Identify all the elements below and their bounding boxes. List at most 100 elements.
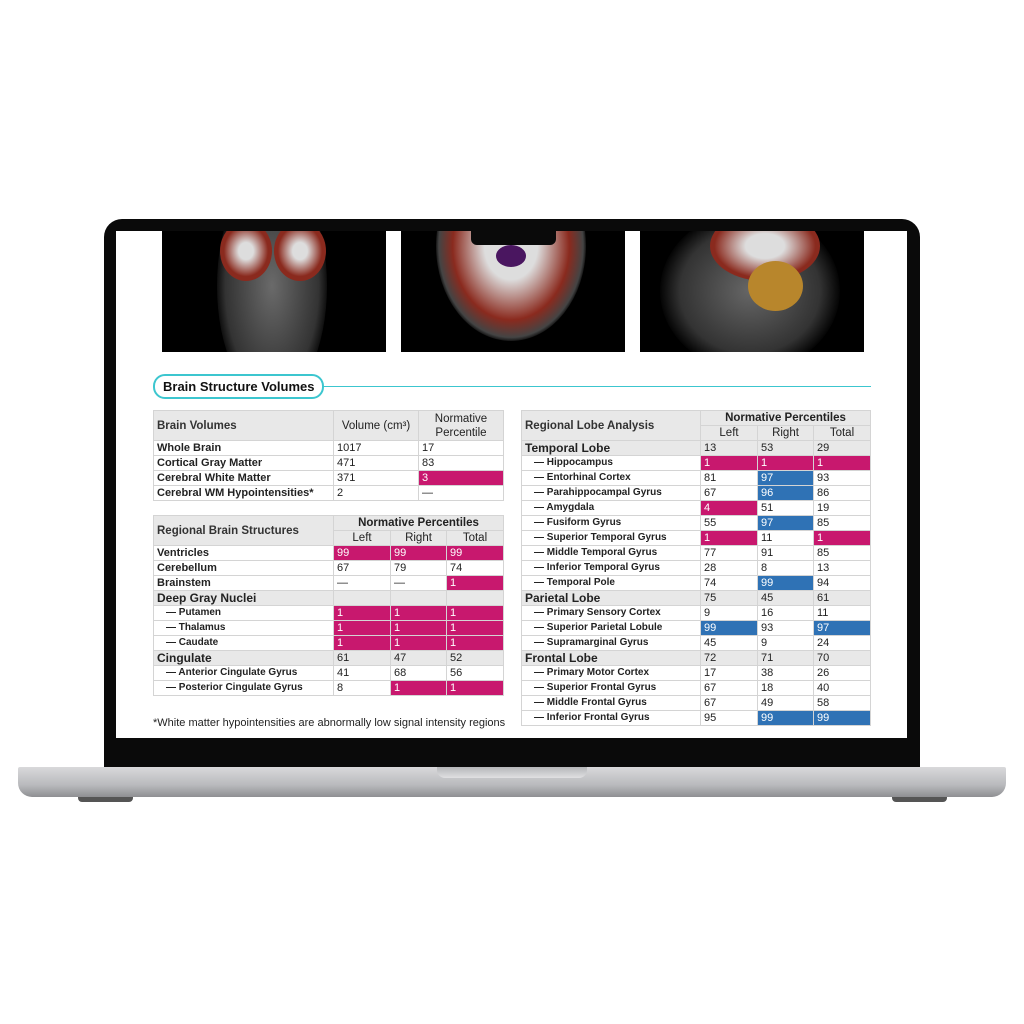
value-cell: 56 bbox=[446, 665, 504, 681]
value-cell: 371 bbox=[333, 470, 419, 486]
value-cell: 13 bbox=[813, 560, 871, 576]
value-cell: 1 bbox=[390, 620, 447, 636]
table-row: — Thalamus 1 1 1 bbox=[153, 620, 504, 636]
value-cell: 53 bbox=[757, 440, 814, 456]
table-row: — Caudate 1 1 1 bbox=[153, 635, 504, 651]
value-cell: 1 bbox=[813, 455, 871, 471]
row-label: Frontal Lobe bbox=[521, 650, 701, 666]
value-cell: 85 bbox=[813, 515, 871, 531]
row-label: — Middle Frontal Gyrus bbox=[521, 695, 701, 711]
table-row: — Hippocampus 1 1 1 bbox=[521, 455, 871, 471]
value-cell: 11 bbox=[813, 605, 871, 621]
camera-notch bbox=[471, 231, 556, 245]
value-cell: 24 bbox=[813, 635, 871, 651]
table-row: Cingulate 61 47 52 bbox=[153, 650, 504, 666]
header-lobe-analysis: Regional Lobe Analysis bbox=[521, 410, 701, 441]
value-cell bbox=[333, 590, 391, 606]
value-cell: 17 bbox=[418, 440, 504, 456]
value-cell: 86 bbox=[813, 485, 871, 501]
value-cell: 45 bbox=[700, 635, 758, 651]
row-label: — Posterior Cingulate Gyrus bbox=[153, 680, 334, 696]
table-row: — Entorhinal Cortex 81 97 93 bbox=[521, 470, 871, 486]
row-label: — Inferior Frontal Gyrus bbox=[521, 710, 701, 726]
table-row: — Middle Frontal Gyrus 67 49 58 bbox=[521, 695, 871, 711]
value-cell: 99 bbox=[333, 545, 391, 561]
value-cell: — bbox=[390, 575, 447, 591]
value-cell bbox=[446, 590, 504, 606]
sagittal-mri-image bbox=[640, 231, 864, 352]
table-row: Cerebral WM Hypointensities* 2— bbox=[153, 485, 504, 501]
value-cell: 1 bbox=[390, 680, 447, 696]
value-cell: 97 bbox=[813, 620, 871, 636]
value-cell: 1 bbox=[700, 530, 758, 546]
value-cell: 47 bbox=[390, 650, 447, 666]
value-cell bbox=[390, 590, 447, 606]
table-row: Ventricles 99 99 99 bbox=[153, 545, 504, 561]
value-cell: — bbox=[333, 575, 391, 591]
value-cell: 55 bbox=[700, 515, 758, 531]
value-cell: 67 bbox=[333, 560, 391, 576]
value-cell: 1 bbox=[446, 635, 504, 651]
row-label: — Superior Temporal Gyrus bbox=[521, 530, 701, 546]
value-cell: 91 bbox=[757, 545, 814, 561]
value-cell: 81 bbox=[700, 470, 758, 486]
table-row: Cerebral White Matter 371 3 bbox=[153, 470, 504, 486]
value-cell: 93 bbox=[757, 620, 814, 636]
value-cell: 471 bbox=[333, 455, 419, 471]
row-label: — Anterior Cingulate Gyrus bbox=[153, 665, 334, 681]
row-label: — Primary Sensory Cortex bbox=[521, 605, 701, 621]
coronal-mri-image bbox=[162, 231, 386, 352]
value-cell: 16 bbox=[757, 605, 814, 621]
value-cell: 96 bbox=[757, 485, 814, 501]
value-cell: 67 bbox=[700, 485, 758, 501]
table-row: — Posterior Cingulate Gyrus 8 1 1 bbox=[153, 680, 504, 696]
section-title: Brain Structure Volumes bbox=[153, 374, 325, 399]
value-cell: 70 bbox=[813, 650, 871, 666]
value-cell: 1 bbox=[333, 620, 391, 636]
table-row: — Primary Sensory Cortex 9 16 11 bbox=[521, 605, 871, 621]
value-cell: 1 bbox=[390, 635, 447, 651]
row-label: — Middle Temporal Gyrus bbox=[521, 545, 701, 561]
table-row: — Superior Frontal Gyrus 67 18 40 bbox=[521, 680, 871, 696]
row-label: — Parahippocampal Gyrus bbox=[521, 485, 701, 501]
value-cell: 75 bbox=[700, 590, 758, 606]
value-cell: 97 bbox=[757, 515, 814, 531]
table-row: — Superior Parietal Lobule 99 93 97 bbox=[521, 620, 871, 636]
header-right: Right bbox=[757, 425, 814, 441]
table-row: — Putamen 1 1 1 bbox=[153, 605, 504, 621]
value-cell: 40 bbox=[813, 680, 871, 696]
value-cell: 13 bbox=[700, 440, 758, 456]
value-cell: 58 bbox=[813, 695, 871, 711]
table-row: Temporal Lobe 13 53 29 bbox=[521, 440, 871, 456]
value-cell: 1 bbox=[757, 455, 814, 471]
header-brain-volumes: Brain Volumes bbox=[153, 410, 334, 441]
row-label: — Fusiform Gyrus bbox=[521, 515, 701, 531]
value-cell: 1 bbox=[700, 455, 758, 471]
row-label: — Hippocampus bbox=[521, 455, 701, 471]
table-row: Deep Gray Nuclei bbox=[153, 590, 504, 606]
row-label: — Caudate bbox=[153, 635, 334, 651]
regional-structures-table: Regional Brain Structures Normative Perc… bbox=[153, 515, 504, 696]
table-row: Cortical Gray Matter 471 83 bbox=[153, 455, 504, 471]
value-cell: 61 bbox=[813, 590, 871, 606]
value-cell: 61 bbox=[333, 650, 391, 666]
value-cell: 8 bbox=[333, 680, 391, 696]
value-cell: 1 bbox=[446, 620, 504, 636]
row-label: — Superior Parietal Lobule bbox=[521, 620, 701, 636]
table-row: Frontal Lobe 72 71 70 bbox=[521, 650, 871, 666]
laptop-foot bbox=[78, 797, 133, 802]
header-percentile: Normative Percentile bbox=[418, 410, 504, 441]
value-cell: 49 bbox=[757, 695, 814, 711]
value-cell: 1 bbox=[333, 605, 391, 621]
table-row: Cerebellum 67 79 74 bbox=[153, 560, 504, 576]
value-cell: 9 bbox=[757, 635, 814, 651]
value-cell: 83 bbox=[418, 455, 504, 471]
value-cell: 99 bbox=[700, 620, 758, 636]
value-cell: 26 bbox=[813, 665, 871, 681]
row-label: Cortical Gray Matter bbox=[153, 455, 334, 471]
value-cell: 99 bbox=[813, 710, 871, 726]
value-cell: 71 bbox=[757, 650, 814, 666]
value-cell: 72 bbox=[700, 650, 758, 666]
value-cell: 3 bbox=[418, 470, 504, 486]
table-row: — Temporal Pole 74 99 94 bbox=[521, 575, 871, 591]
